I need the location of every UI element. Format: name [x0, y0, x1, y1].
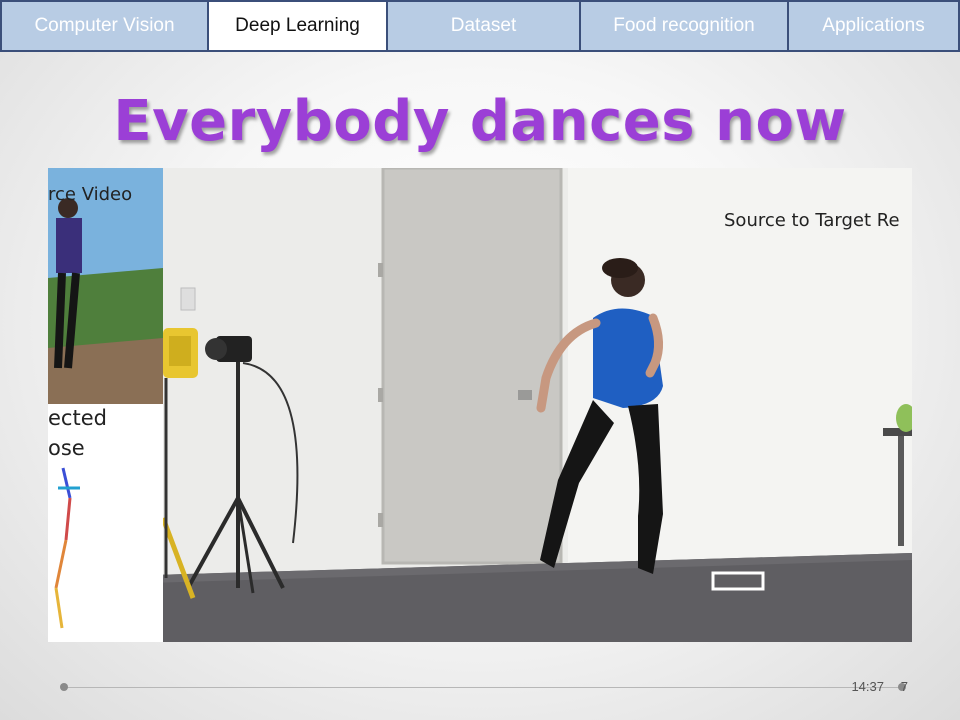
dance-video[interactable]: rce Video ected ose Source to Target Re: [48, 168, 912, 642]
tab-computer-vision[interactable]: Computer Vision: [0, 0, 209, 52]
inset-source-label: rce Video: [48, 184, 133, 205]
tab-dataset[interactable]: Dataset: [386, 0, 581, 52]
footer-divider: [64, 687, 902, 688]
inset-pose-label-1: ected: [48, 406, 107, 430]
video-caption: Source to Target Re: [724, 210, 900, 231]
slide-title: Everybody dances now: [113, 89, 847, 154]
slide-time: 14:37: [851, 679, 884, 694]
video-scene: [48, 168, 912, 642]
footer-dot-left: [60, 683, 68, 691]
slide-number: 7: [900, 679, 908, 694]
tab-food-recognition[interactable]: Food recognition: [579, 0, 789, 52]
section-nav: Computer Vision Deep Learning Dataset Fo…: [0, 0, 960, 52]
inset-pose-label-2: ose: [48, 436, 85, 460]
tab-deep-learning[interactable]: Deep Learning: [207, 0, 388, 52]
tab-applications[interactable]: Applications: [787, 0, 960, 52]
